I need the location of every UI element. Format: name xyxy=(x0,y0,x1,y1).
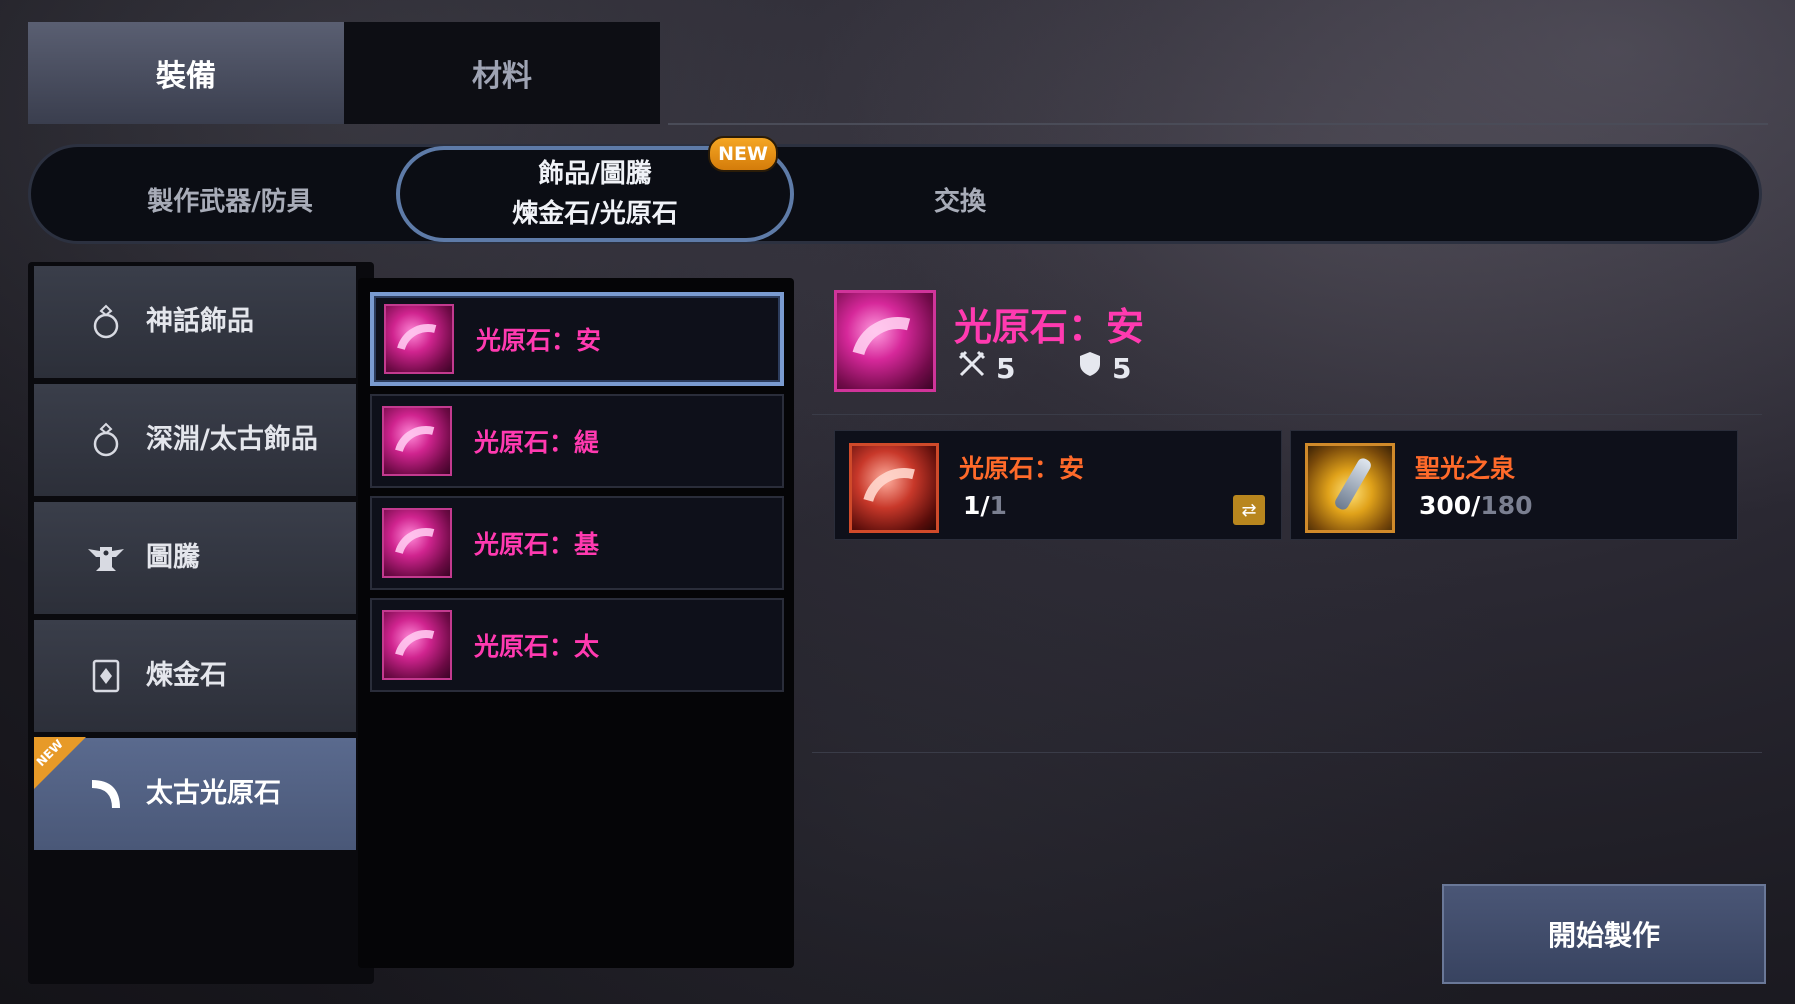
category-abyss-ancient-accessory[interactable]: 深淵/太古飾品 xyxy=(34,384,356,496)
start-crafting-button[interactable]: 開始製作 xyxy=(1442,884,1766,984)
light-stone-thumbnail xyxy=(384,304,454,374)
material-required: 180 xyxy=(1480,491,1533,520)
subtab-exchange-label: 交換 xyxy=(933,187,986,217)
tab-materials[interactable]: 材料 xyxy=(344,22,660,124)
detail-item-image xyxy=(834,290,936,392)
detail-title: 光原石：安 xyxy=(954,305,1145,349)
item-name: 光原石：安 xyxy=(476,326,602,355)
material-thumbnail xyxy=(849,443,939,533)
material-name: 光原石：安 xyxy=(959,454,1085,483)
material-count: 300/180 xyxy=(1419,491,1533,520)
subtab-accessory-label-2: 煉金石/光原石 xyxy=(512,199,678,229)
tab-equipment-label: 裝備 xyxy=(156,59,216,94)
list-item[interactable]: 光原石：太 xyxy=(370,598,784,692)
material-slot-light-stone[interactable]: 光原石：安 1/1 ⇄ xyxy=(834,430,1282,540)
subtab-craft-weapon-armor[interactable]: 製作武器/防具 xyxy=(90,160,370,244)
category-label: 深淵/太古飾品 xyxy=(146,424,318,455)
crossed-swords-icon xyxy=(958,350,986,386)
divider xyxy=(812,752,1762,753)
category-label: 圖騰 xyxy=(146,542,200,573)
category-label: 煉金石 xyxy=(146,660,227,691)
subtab-exchange[interactable]: 交換 xyxy=(840,160,1080,244)
material-required: 1 xyxy=(989,491,1007,520)
list-item[interactable]: 光原石：緹 xyxy=(370,394,784,488)
category-mythic-accessory[interactable]: 神話飾品 xyxy=(34,266,356,378)
attack-stat: 5 xyxy=(958,350,1015,386)
material-owned: 1/ xyxy=(963,491,990,520)
light-stone-thumbnail xyxy=(382,610,452,680)
subtab-craft-label: 製作武器/防具 xyxy=(147,187,313,217)
subtab-accessory-label-1: 飾品/圖騰 xyxy=(538,159,652,189)
list-item-selected[interactable]: 光原石：安 xyxy=(370,292,784,386)
item-name: 光原石：太 xyxy=(474,632,600,661)
light-stone-thumbnail xyxy=(382,406,452,476)
divider xyxy=(812,414,1762,415)
totem-icon xyxy=(86,538,126,578)
shield-icon xyxy=(1078,350,1102,386)
defense-stat: 5 xyxy=(1078,350,1131,386)
material-thumbnail xyxy=(1305,443,1395,533)
category-label: 神話飾品 xyxy=(146,306,254,337)
defense-value: 5 xyxy=(1112,351,1132,385)
ring-icon xyxy=(86,302,126,342)
light-stone-icon xyxy=(86,774,126,814)
category-totem[interactable]: 圖騰 xyxy=(34,502,356,614)
light-stone-thumbnail xyxy=(382,508,452,578)
category-alchemy-stone[interactable]: 煉金石 xyxy=(34,620,356,732)
swap-icon[interactable]: ⇄ xyxy=(1233,495,1265,525)
alchemy-stone-icon xyxy=(86,656,126,696)
item-name: 光原石：緹 xyxy=(474,428,600,457)
tab-equipment[interactable]: 裝備 xyxy=(28,22,344,124)
new-badge: NEW xyxy=(708,136,778,172)
tab-materials-label: 材料 xyxy=(472,59,532,94)
attack-value: 5 xyxy=(996,351,1016,385)
material-owned: 300/ xyxy=(1419,491,1481,520)
material-name: 聖光之泉 xyxy=(1415,454,1516,483)
ring-icon xyxy=(86,420,126,460)
start-crafting-label: 開始製作 xyxy=(1547,919,1660,952)
category-label: 太古光原石 xyxy=(146,778,281,809)
list-item[interactable]: 光原石：基 xyxy=(370,496,784,590)
item-name: 光原石：基 xyxy=(474,530,600,559)
material-count: 1/1 xyxy=(963,491,1007,520)
divider xyxy=(668,123,1768,125)
material-slot-holy-spring[interactable]: 聖光之泉 300/180 xyxy=(1290,430,1738,540)
